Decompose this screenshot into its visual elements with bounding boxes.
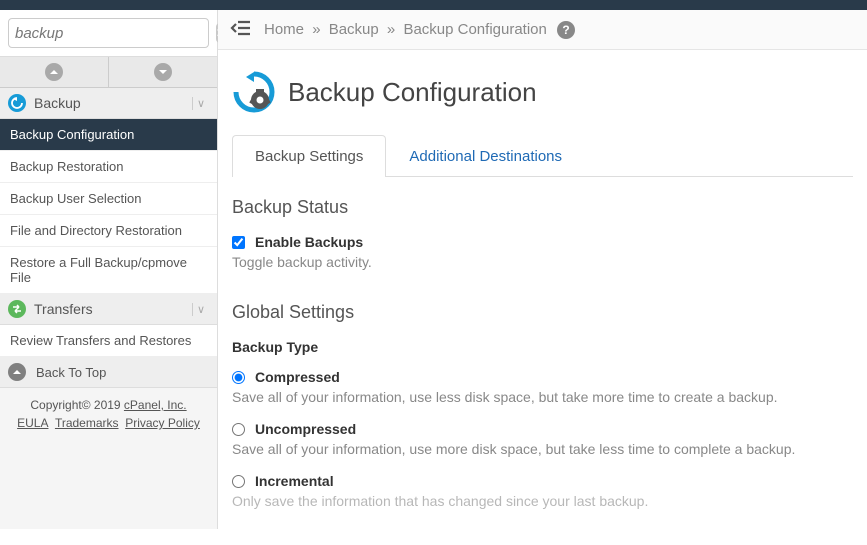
backup-type-incremental-desc: Only save the information that has chang… <box>232 493 853 509</box>
backup-type-uncompressed-radio[interactable] <box>232 423 245 436</box>
page-header: Backup Configuration <box>232 70 853 114</box>
backup-type-uncompressed-row: Uncompressed <box>232 421 853 437</box>
tab-additional-destinations[interactable]: Additional Destinations <box>386 135 585 177</box>
backup-type-compressed-row: Compressed <box>232 369 853 385</box>
sidebar-section-backup[interactable]: Backup ∨ <box>0 88 217 119</box>
tabs: Backup Settings Additional Destinations <box>232 134 853 177</box>
backup-section-icon <box>8 94 26 112</box>
collapse-up-button[interactable] <box>0 57 109 87</box>
help-icon[interactable]: ? <box>557 21 575 39</box>
sidebar-section-transfers[interactable]: Transfers ∨ <box>0 294 217 325</box>
enable-backups-label: Enable Backups <box>255 234 363 250</box>
nav-arrows <box>0 57 217 88</box>
backup-type-incremental-label: Incremental <box>255 473 334 489</box>
search-box: ✕ <box>8 18 209 48</box>
sidebar-item-backup-user-selection[interactable]: Backup User Selection <box>0 183 217 215</box>
backup-status-heading: Backup Status <box>232 197 853 218</box>
backup-page-icon <box>232 70 276 114</box>
breadcrumb-bar: Home » Backup » Backup Configuration ? <box>218 10 867 50</box>
global-settings-heading: Global Settings <box>232 302 853 323</box>
expand-down-button[interactable] <box>109 57 217 87</box>
eula-link[interactable]: EULA <box>17 416 48 430</box>
copyright-text: Copyright© 2019 <box>30 398 124 412</box>
backup-type-uncompressed-desc: Save all of your information, use more d… <box>232 441 853 457</box>
breadcrumb-separator: » <box>312 21 320 38</box>
back-to-top-button[interactable]: Back To Top <box>0 357 217 388</box>
sidebar: ✕ Backup ∨ Backup Configuration Backup <box>0 10 218 529</box>
page-title: Backup Configuration <box>288 77 537 108</box>
arrow-down-icon <box>154 63 172 81</box>
sidebar-item-restore-full-backup[interactable]: Restore a Full Backup/cpmove File <box>0 247 217 294</box>
breadcrumb-home[interactable]: Home <box>264 21 304 38</box>
breadcrumb-section[interactable]: Backup <box>329 21 379 38</box>
trademarks-link[interactable]: Trademarks <box>55 416 119 430</box>
sidebar-item-review-transfers[interactable]: Review Transfers and Restores <box>0 325 217 357</box>
chevron-down-icon: ∨ <box>192 97 209 110</box>
backup-type-incremental-radio[interactable] <box>232 475 245 488</box>
breadcrumb-page: Backup Configuration <box>403 21 546 38</box>
top-bar <box>0 0 867 10</box>
backup-type-compressed-desc: Save all of your information, use less d… <box>232 389 853 405</box>
tab-backup-settings[interactable]: Backup Settings <box>232 135 386 177</box>
sidebar-item-backup-restoration[interactable]: Backup Restoration <box>0 151 217 183</box>
privacy-link[interactable]: Privacy Policy <box>125 416 200 430</box>
backup-type-incremental-row: Incremental <box>232 473 853 489</box>
arrow-up-icon <box>45 63 63 81</box>
main-content: Home » Backup » Backup Configuration ? <box>218 10 867 529</box>
enable-backups-row: Enable Backups <box>232 234 853 250</box>
chevron-down-icon: ∨ <box>192 303 209 316</box>
backup-type-compressed-label: Compressed <box>255 369 340 385</box>
enable-backups-checkbox[interactable] <box>232 236 245 249</box>
back-to-top-label: Back To Top <box>36 365 106 380</box>
backup-type-uncompressed-label: Uncompressed <box>255 421 356 437</box>
backup-type-heading: Backup Type <box>232 339 853 355</box>
enable-backups-help: Toggle backup activity. <box>232 254 853 270</box>
breadcrumb-separator: » <box>387 21 395 38</box>
footer: Copyright© 2019 cPanel, Inc. EULA Tradem… <box>0 388 217 440</box>
menu-toggle-icon[interactable] <box>230 20 250 39</box>
sidebar-section-label: Transfers <box>34 301 192 317</box>
sidebar-section-label: Backup <box>34 95 192 111</box>
transfers-section-icon <box>8 300 26 318</box>
breadcrumb: Home » Backup » Backup Configuration ? <box>264 21 575 39</box>
sidebar-item-file-directory-restoration[interactable]: File and Directory Restoration <box>0 215 217 247</box>
arrow-up-icon <box>8 363 26 381</box>
search-input[interactable] <box>15 25 216 42</box>
search-wrap: ✕ <box>0 10 217 57</box>
sidebar-item-backup-configuration[interactable]: Backup Configuration <box>0 119 217 151</box>
backup-type-compressed-radio[interactable] <box>232 371 245 384</box>
company-link[interactable]: cPanel, Inc. <box>124 398 187 412</box>
